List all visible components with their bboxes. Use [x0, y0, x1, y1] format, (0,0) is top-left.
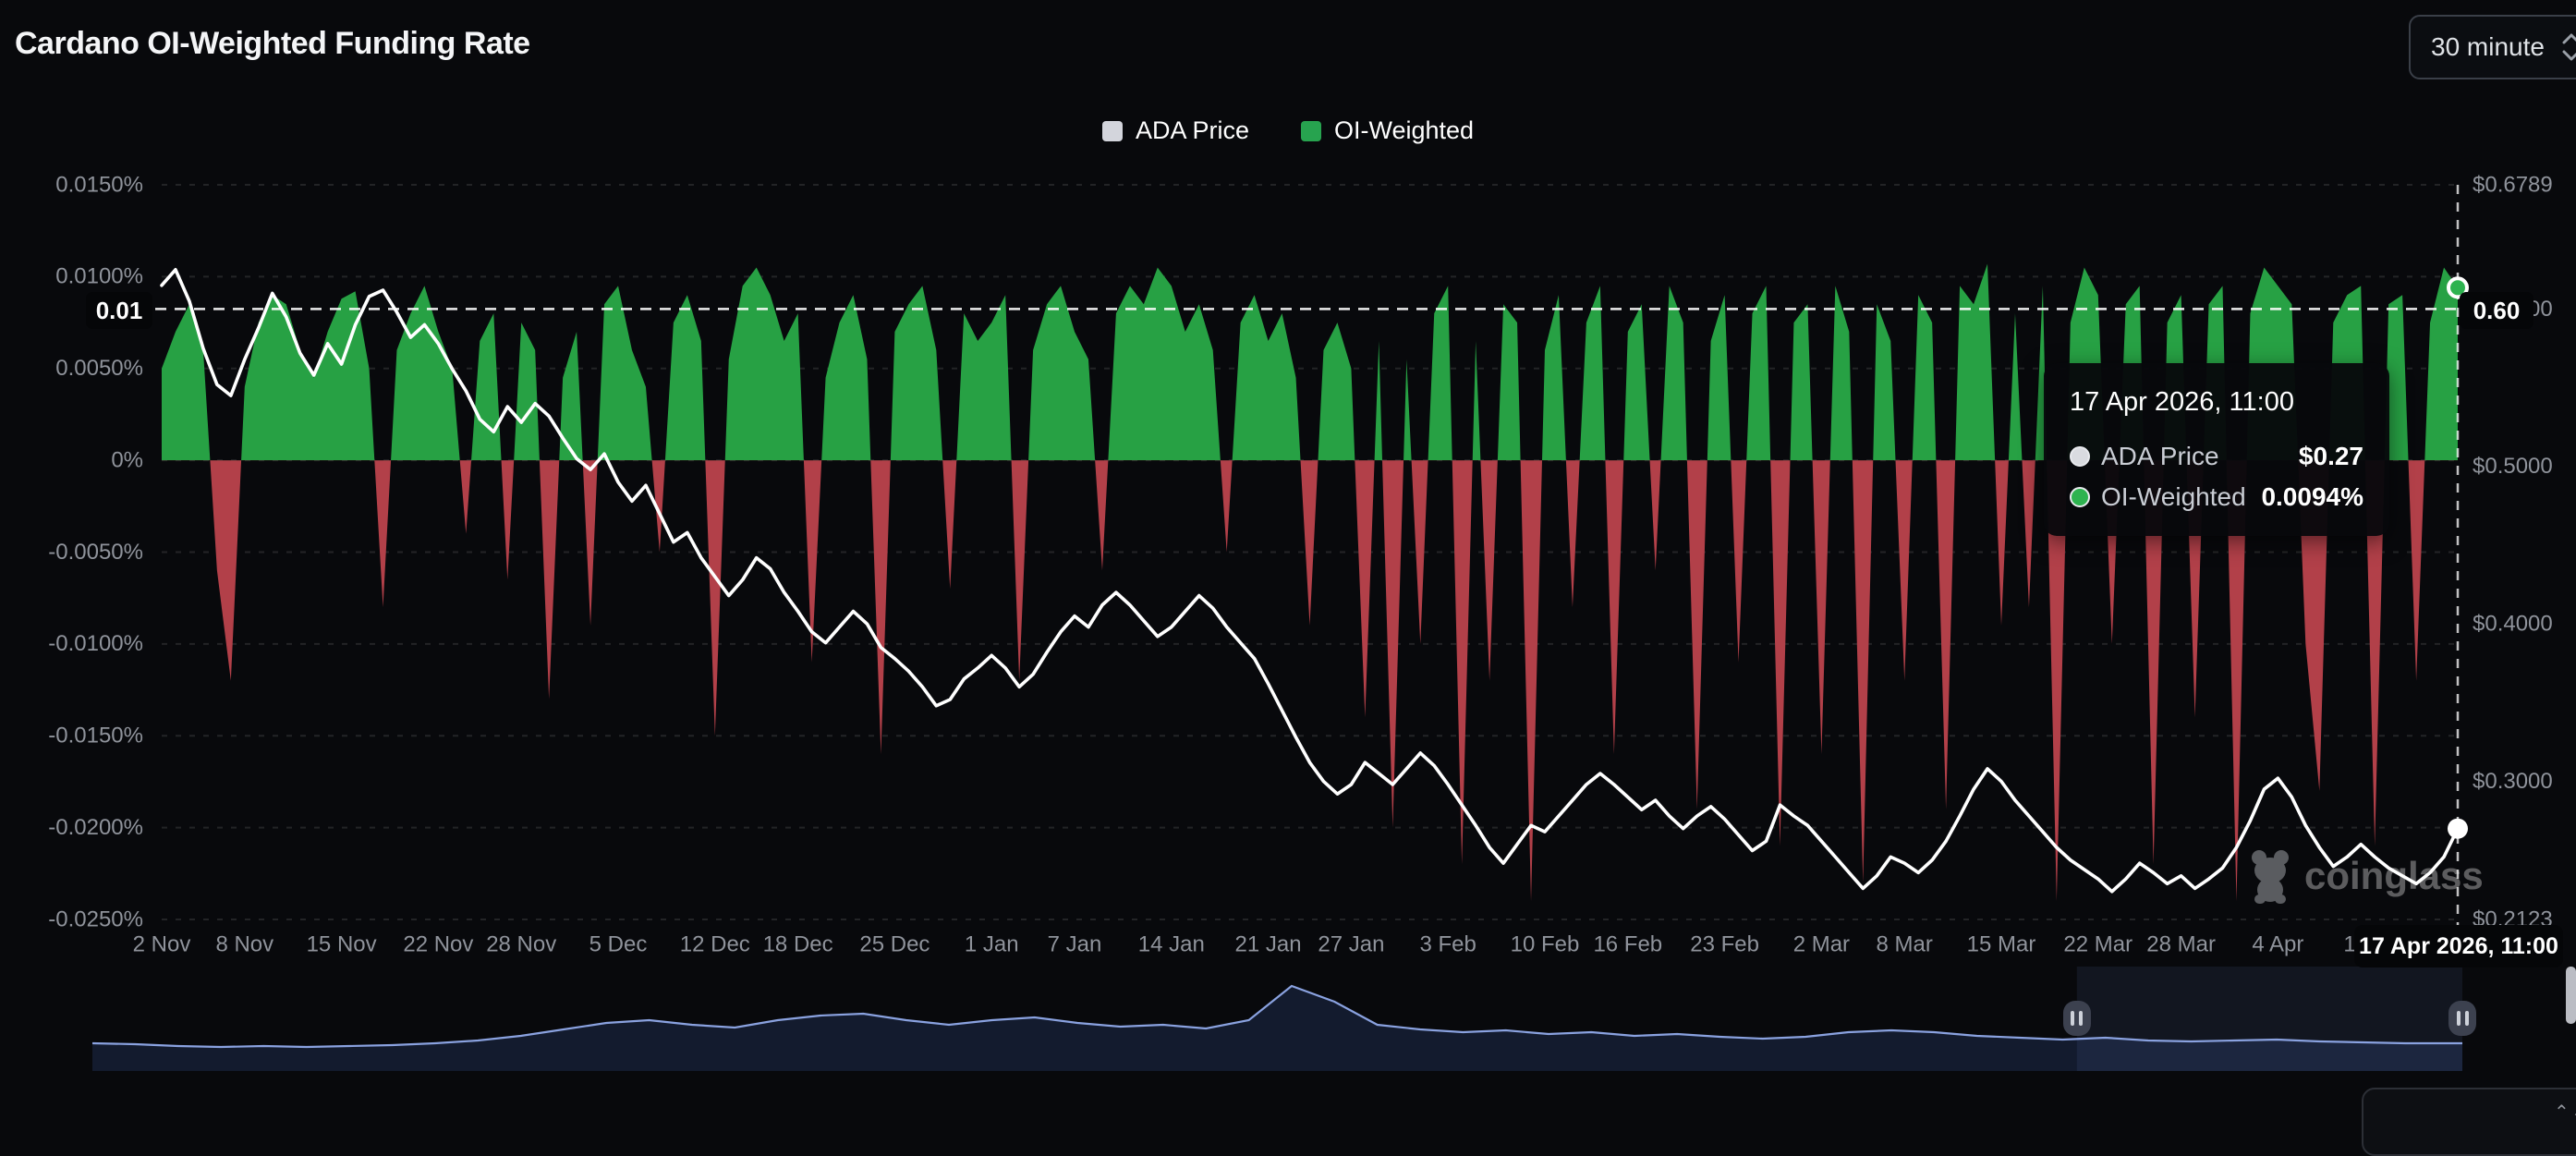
y-axis-left-label: -0.0050% — [48, 540, 143, 565]
legend-item-oi-weighted[interactable]: OI-Weighted — [1301, 116, 1474, 145]
x-axis-label: 10 Feb — [1511, 931, 1580, 956]
x-axis-label: 3 Feb — [1420, 931, 1476, 956]
x-axis-label: 23 Feb — [1690, 931, 1759, 956]
x-axis-label: 14 Jan — [1138, 931, 1205, 956]
x-axis-label: 15 Mar — [1967, 931, 2036, 956]
updown-chevron-icon — [2561, 31, 2576, 63]
tooltip-row-ada-price: ADA Price $0.27 — [2070, 442, 2363, 471]
y-axis-right-label: $0.5000 — [2473, 454, 2553, 479]
y-axis-right-label: $0.4000 — [2473, 612, 2553, 637]
y-axis-left-label: -0.0150% — [48, 724, 143, 748]
page-title: Cardano OI-Weighted Funding Rate — [15, 26, 530, 62]
y-axis-right-label: $0.3000 — [2473, 769, 2553, 794]
y-axis-left-label: 0% — [111, 447, 143, 472]
y-axis-left-label: 0.0100% — [55, 264, 143, 289]
chart-tooltip: 17 Apr 2026, 11:00 ADA Price $0.27 OI-We… — [2044, 363, 2389, 536]
x-axis-label: 2 Mar — [1793, 931, 1850, 956]
x-axis-label: 28 Mar — [2146, 931, 2216, 956]
x-axis-label: 5 Dec — [589, 931, 648, 956]
x-axis-label: 15 Nov — [307, 931, 377, 956]
x-axis-label: 22 Mar — [2063, 931, 2132, 956]
navigator-selection[interactable] — [2077, 967, 2462, 1071]
coinglass-funding-page: { "header": { "title": "Cardano OI-Weigh… — [0, 0, 2576, 1106]
crosshair-date-value: 17 Apr 2026, 11:00 — [2354, 925, 2563, 967]
range-handle-left[interactable] — [2063, 1001, 2091, 1036]
x-axis-label: 21 Jan — [1235, 931, 1302, 956]
updown-chevron-icon: ⌃⌄ — [2554, 1101, 2576, 1124]
ada-price-swatch — [1102, 121, 1123, 141]
legend-label: ADA Price — [1136, 116, 1249, 145]
x-axis-label: 16 Feb — [1593, 931, 1662, 956]
ada-price-marker-dot — [2448, 819, 2468, 839]
interval-dropdown[interactable]: 30 minute — [2409, 15, 2576, 79]
x-axis-label: 8 Nov — [215, 931, 273, 956]
oi-weighted-dot-icon — [2070, 487, 2090, 507]
x-axis-label: 8 Mar — [1877, 931, 1933, 956]
tooltip-row-oi-weighted: OI-Weighted 0.0094% — [2070, 482, 2363, 512]
x-axis-label: 25 Dec — [859, 931, 930, 956]
x-axis-label: 27 Jan — [1318, 931, 1384, 956]
y-axis-left-label: 0.0150% — [55, 172, 143, 197]
ada-price-dot-icon — [2070, 446, 2090, 467]
funding-rate-chart[interactable]: 0.0150% 0.0100% 0.0050% 0% -0.0050% -0.0100% -… — [0, 0, 2576, 1106]
x-axis-label: 28 Nov — [486, 931, 556, 956]
scrollbar-thumb[interactable] — [2566, 967, 2576, 1024]
x-axis-label: 2 Nov — [133, 931, 191, 956]
y-axis-left-label: -0.0200% — [48, 815, 143, 840]
x-axis-label: 1 Jan — [965, 931, 1019, 956]
x-axis-label: 4 Apr — [2252, 931, 2303, 956]
tooltip-ada-price-value: $0.27 — [2299, 442, 2363, 471]
tooltip-date: 17 Apr 2026, 11:00 — [2070, 387, 2363, 418]
y-axis-left-label: -0.0250% — [48, 907, 143, 931]
crosshair-left-value: 0.01 — [86, 292, 152, 329]
bottom-corner-dropdown[interactable]: ⌃⌄ — [2362, 1088, 2576, 1156]
interval-dropdown-value: 30 minute — [2431, 32, 2545, 62]
y-axis-right-label: $0.6789 — [2473, 172, 2553, 197]
range-handle-right[interactable] — [2448, 1001, 2476, 1036]
legend-label: OI-Weighted — [1334, 116, 1474, 145]
funding-bars-negative — [162, 263, 2458, 901]
x-axis-label: 7 Jan — [1048, 931, 1102, 956]
legend-item-ada-price[interactable]: ADA Price — [1102, 116, 1249, 145]
y-axis-left-label: -0.0100% — [48, 631, 143, 656]
chart-legend: ADA Price OI-Weighted — [0, 116, 2576, 145]
oi-weighted-swatch — [1301, 121, 1321, 141]
x-axis-label: 12 Dec — [680, 931, 750, 956]
crosshair-right-value: 0.60 — [2460, 292, 2533, 329]
y-axis-left-label: 0.0050% — [55, 356, 143, 381]
tooltip-oi-weighted-value: 0.0094% — [2261, 482, 2363, 512]
x-axis-label: 22 Nov — [403, 931, 473, 956]
x-axis-label: 18 Dec — [763, 931, 833, 956]
